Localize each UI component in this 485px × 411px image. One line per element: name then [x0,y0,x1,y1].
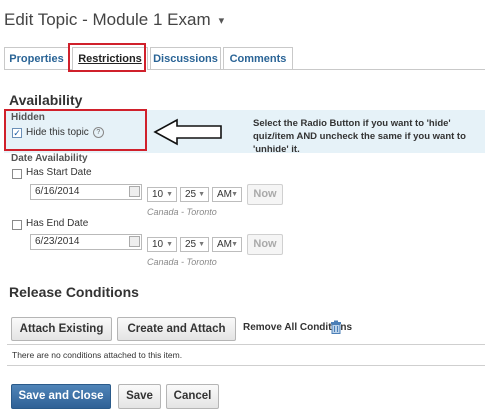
chevron-down-icon: ▼ [231,191,238,198]
chevron-down-icon: ▼ [166,241,173,248]
end-ampm-select[interactable]: AM ▼ [212,237,242,252]
start-date-input[interactable]: 6/16/2014 [30,184,142,200]
end-timezone: Canada - Toronto [147,257,217,267]
page-title-text: Edit Topic - Module 1 Exam [4,10,211,29]
start-timezone: Canada - Toronto [147,207,217,217]
start-hour-value: 10 [152,189,164,200]
has-end-date-checkbox[interactable] [12,220,22,230]
start-minute-value: 25 [185,189,197,200]
calendar-icon[interactable] [129,186,140,197]
start-ampm-value: AM [217,189,232,200]
save-and-close-button[interactable]: Save and Close [11,384,111,409]
start-minute-select[interactable]: 25 ▼ [180,187,209,202]
start-now-button[interactable]: Now [247,184,283,205]
highlight-box-restrictions [68,43,146,72]
chevron-down-icon: ▼ [198,191,205,198]
end-ampm-value: AM [217,239,232,250]
has-start-date-label: Has Start Date [26,167,92,178]
release-conditions-heading: Release Conditions [9,284,139,300]
end-hour-value: 10 [152,239,164,250]
tab-properties-label: Properties [9,53,64,65]
highlight-box-hidden [4,109,147,151]
end-hour-select[interactable]: 10 ▼ [147,237,177,252]
end-minute-select[interactable]: 25 ▼ [180,237,209,252]
trash-icon[interactable] [330,320,342,334]
page-title: Edit Topic - Module 1 Exam ▾ [4,10,224,30]
date-availability-heading: Date Availability [11,153,88,164]
chevron-down-icon: ▼ [166,191,173,198]
tab-discussions[interactable]: Discussions [150,47,221,69]
end-now-button[interactable]: Now [247,234,283,255]
tab-comments-label: Comments [229,53,287,65]
tab-discussions-label: Discussions [153,53,218,65]
availability-heading: Availability [9,92,83,108]
chevron-down-icon[interactable]: ▾ [219,14,225,27]
end-date-input[interactable]: 6/23/2014 [30,234,142,250]
attach-existing-button[interactable]: Attach Existing [11,317,112,341]
calendar-icon[interactable] [129,236,140,247]
start-hour-select[interactable]: 10 ▼ [147,187,177,202]
chevron-down-icon: ▼ [231,241,238,248]
annotation-note: Select the Radio Button if you want to '… [253,118,466,155]
create-and-attach-button[interactable]: Create and Attach [117,317,236,341]
tab-comments[interactable]: Comments [223,47,293,69]
chevron-down-icon: ▼ [198,241,205,248]
start-ampm-select[interactable]: AM ▼ [212,187,242,202]
arrow-left-icon [153,118,222,146]
tab-properties[interactable]: Properties [4,47,69,69]
has-start-date-checkbox[interactable] [12,169,22,179]
no-conditions-message: There are no conditions attached to this… [7,344,485,366]
save-button[interactable]: Save [118,384,161,409]
end-minute-value: 25 [185,239,197,250]
has-end-date-label: Has End Date [26,218,89,229]
cancel-button[interactable]: Cancel [166,384,219,409]
